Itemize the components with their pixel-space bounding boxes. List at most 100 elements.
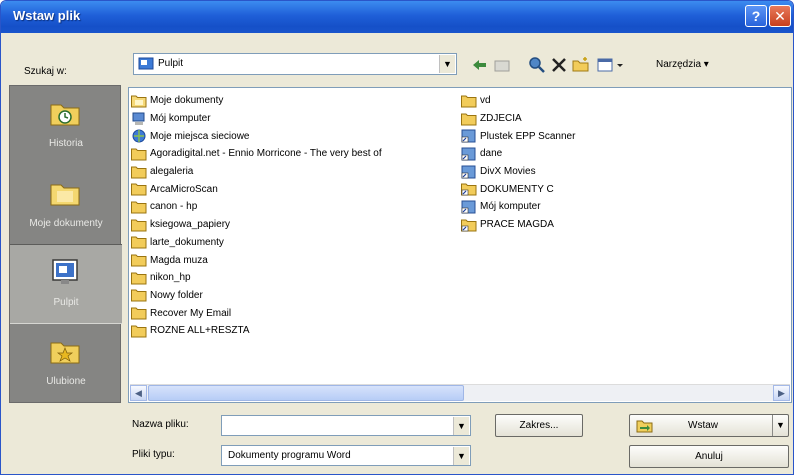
file-name: DivX Movies <box>480 166 536 178</box>
folder-icon <box>131 288 147 302</box>
look-in-value: Pulpit <box>158 58 184 69</box>
file-name: vd <box>480 95 491 107</box>
file-list-item[interactable]: larte_dokumenty <box>131 234 382 252</box>
title-bar[interactable]: Wstaw plik ? ✕ <box>1 1 793 33</box>
file-name: Mój komputer <box>480 201 541 213</box>
look-in-dropdown[interactable]: Pulpit ▼ <box>133 53 457 75</box>
scroll-right-icon[interactable]: ▶ <box>773 385 790 401</box>
file-list-item[interactable]: ksiegowa_papiery <box>131 216 382 234</box>
file-name-label: Nazwa pliku: <box>132 419 189 430</box>
place-my-documents[interactable]: Moje dokumenty <box>10 166 122 246</box>
folder-icon <box>131 147 147 161</box>
file-list-item[interactable]: ROZNE ALL+RESZTA <box>131 322 382 340</box>
folder-icon <box>131 182 147 196</box>
chevron-down-icon[interactable]: ▼ <box>439 55 455 73</box>
file-list-item[interactable]: Magda muza <box>131 251 382 269</box>
file-name: DOKUMENTY C <box>480 183 554 195</box>
file-list-item[interactable]: Agoradigital.net - Ennio Morricone - The… <box>131 145 382 163</box>
horizontal-scrollbar[interactable]: ◀ ▶ <box>130 384 790 401</box>
file-list-item[interactable]: Nowy folder <box>131 287 382 305</box>
file-name: larte_dokumenty <box>150 236 224 248</box>
file-column-1: Moje dokumenty Mój komputer Moje miejsca s… <box>131 92 382 340</box>
range-button[interactable]: Zakres... <box>495 414 583 437</box>
file-name: ksiegowa_papiery <box>150 219 231 231</box>
desktop-icon <box>52 259 78 284</box>
file-list-item[interactable]: PRACE MAGDA <box>461 216 575 234</box>
back-icon[interactable] <box>471 56 489 74</box>
help-button[interactable]: ? <box>745 5 767 27</box>
insert-button[interactable]: Wstaw ▼ <box>629 414 789 437</box>
file-list-item[interactable]: vd <box>461 92 575 110</box>
folder-icon <box>131 306 147 320</box>
file-name-input[interactable]: ▼ <box>221 415 471 436</box>
file-name: ROZNE ALL+RESZTA <box>150 325 250 337</box>
file-list-item[interactable]: ArcaMicroScan <box>131 180 382 198</box>
views-icon[interactable] <box>597 56 627 74</box>
file-name: alegaleria <box>150 166 194 178</box>
place-history[interactable]: Historia <box>10 86 122 166</box>
file-name: ZDJECIA <box>480 113 522 125</box>
folder-icon <box>131 218 147 232</box>
file-name: Recover My Email <box>150 307 232 319</box>
shortcut-icon <box>461 129 477 143</box>
places-bar: Historia Moje dokumenty Pulpit Ulubione <box>9 85 122 404</box>
file-name: Moje miejsca sieciowe <box>150 130 250 142</box>
file-list-item[interactable]: dane <box>461 145 575 163</box>
chevron-down-icon[interactable]: ▼ <box>453 447 469 465</box>
my-documents-icon <box>50 184 80 206</box>
favorites-icon <box>50 342 80 364</box>
file-list-item[interactable]: Mój komputer <box>461 198 575 216</box>
history-icon <box>50 104 80 126</box>
up-folder-icon[interactable] <box>493 56 511 74</box>
file-name: canon - hp <box>150 201 198 213</box>
folder-icon <box>131 271 147 285</box>
search-web-icon[interactable] <box>528 56 546 74</box>
delete-icon[interactable] <box>550 56 568 74</box>
folder-icon <box>461 94 477 108</box>
file-list-item[interactable]: Plustek EPP Scanner <box>461 127 575 145</box>
shortcut-folder-icon <box>461 182 477 196</box>
scroll-left-icon[interactable]: ◀ <box>130 385 147 401</box>
close-button[interactable]: ✕ <box>769 5 791 27</box>
place-favorites[interactable]: Ulubione <box>10 324 122 404</box>
scrollbar-thumb[interactable] <box>148 385 464 401</box>
my-documents-icon <box>131 94 147 108</box>
file-name: Mój komputer <box>150 113 211 125</box>
file-column-2: vd ZDJECIA Plustek EPP Scanner dane DivX Mov… <box>461 92 575 234</box>
file-type-label: Pliki typu: <box>132 449 175 460</box>
tools-menu[interactable]: Narzędzia ▾ <box>656 59 709 70</box>
file-list-item[interactable]: Moje dokumenty <box>131 92 382 110</box>
file-name: Nowy folder <box>150 289 203 301</box>
file-name: dane <box>480 148 503 160</box>
desktop-icon <box>138 57 154 74</box>
place-desktop[interactable]: Pulpit <box>10 244 122 324</box>
file-name: PRACE MAGDA <box>480 219 554 231</box>
shortcut-icon <box>461 200 477 214</box>
file-list-item[interactable]: Mój komputer <box>131 110 382 128</box>
file-list-item[interactable]: Moje miejsca sieciowe <box>131 127 382 145</box>
folder-icon <box>131 235 147 249</box>
file-list-item[interactable]: Recover My Email <box>131 304 382 322</box>
look-in-label: Szukaj w: <box>24 66 67 77</box>
file-list-item[interactable]: DivX Movies <box>461 163 575 181</box>
file-list-item[interactable]: alegaleria <box>131 163 382 181</box>
folder-icon <box>131 324 147 338</box>
file-list[interactable]: Moje dokumenty Mój komputer Moje miejsca s… <box>128 87 792 403</box>
insert-file-dialog: Wstaw plik ? ✕ Szukaj w: Pulpit ▼ Narzęd… <box>0 0 794 475</box>
file-name: nikon_hp <box>150 272 191 284</box>
network-places-icon <box>131 129 147 143</box>
file-type-dropdown[interactable]: Dokumenty programu Word ▼ <box>221 445 471 466</box>
insert-file-icon <box>636 418 654 441</box>
file-name: Plustek EPP Scanner <box>480 130 576 142</box>
insert-options-arrow[interactable]: ▼ <box>772 415 788 436</box>
folder-icon <box>131 165 147 179</box>
file-list-item[interactable]: ZDJECIA <box>461 110 575 128</box>
file-list-item[interactable]: DOKUMENTY C <box>461 180 575 198</box>
shortcut-folder-icon <box>461 218 477 232</box>
file-list-item[interactable]: canon - hp <box>131 198 382 216</box>
file-name: ArcaMicroScan <box>150 183 218 195</box>
file-list-item[interactable]: nikon_hp <box>131 269 382 287</box>
cancel-button[interactable]: Anuluj <box>629 445 789 468</box>
new-folder-icon[interactable] <box>572 56 590 74</box>
chevron-down-icon[interactable]: ▼ <box>453 417 469 435</box>
